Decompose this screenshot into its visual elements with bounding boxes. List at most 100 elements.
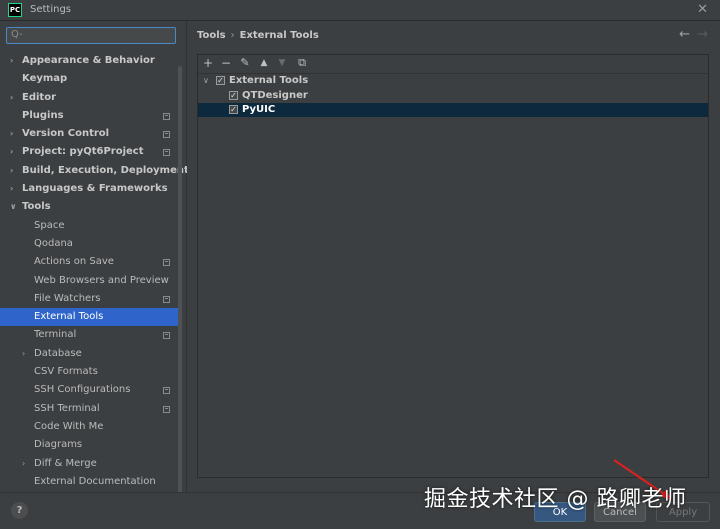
sidebar-item-label: Editor: [22, 91, 56, 103]
chevron-right-icon[interactable]: ›: [10, 162, 13, 180]
tool-item-row-selected[interactable]: ✓ PyUIC: [198, 103, 708, 117]
sidebar-item-label: Tools: [22, 201, 51, 213]
remove-icon[interactable]: −: [218, 56, 234, 70]
chevron-right-icon[interactable]: ›: [22, 455, 25, 473]
project-level-icon: [163, 405, 170, 413]
breadcrumb: Tools › External Tools: [197, 30, 319, 41]
sidebar-item-label: Space: [34, 219, 65, 231]
project-level-icon: [163, 112, 170, 120]
sidebar-item[interactable]: SSH Configurations: [0, 381, 180, 399]
move-up-icon[interactable]: ▲: [256, 58, 272, 68]
back-arrow-icon[interactable]: ←: [679, 27, 690, 42]
sidebar-item[interactable]: Terminal: [0, 326, 180, 344]
sidebar-item-label: External Documentation: [34, 475, 156, 487]
copy-icon[interactable]: ⧉: [294, 56, 310, 70]
project-level-icon: [163, 332, 170, 340]
chevron-right-icon[interactable]: ›: [22, 345, 25, 363]
tool-item-label: PyUIC: [242, 104, 276, 115]
tool-item-label: QTDesigner: [242, 90, 308, 101]
sidebar-item-label: SSH Terminal: [34, 402, 100, 414]
sidebar-item-label: Actions on Save: [34, 256, 114, 268]
help-button[interactable]: ?: [11, 502, 28, 519]
sidebar-item-label: Version Control: [22, 128, 110, 140]
sidebar-item-label: Keymap: [22, 73, 68, 85]
sidebar-item-label: Terminal: [34, 329, 77, 341]
sidebar-item-label: Project: pyQt6Project: [22, 146, 144, 158]
chevron-right-icon[interactable]: ›: [10, 125, 13, 143]
main-panel: Tools › External Tools ← → + − ✎ ▲ ▼ ⧉ ∨ ✓…: [187, 21, 720, 492]
tool-item-row[interactable]: ✓ QTDesigner: [198, 89, 708, 103]
sidebar-item-label: Build, Execution, Deployment: [22, 164, 189, 176]
sidebar-item[interactable]: › Appearance & Behavior: [0, 52, 180, 70]
sidebar-item-label: Appearance & Behavior: [22, 55, 155, 66]
sidebar-item[interactable]: Web Browsers and Preview: [0, 272, 180, 290]
tool-group-row[interactable]: ∨ ✓ External Tools: [198, 74, 708, 88]
chevron-right-icon[interactable]: ›: [10, 52, 13, 70]
sidebar-item-label: CSV Formats: [34, 366, 98, 378]
sidebar-item[interactable]: Plugins: [0, 107, 180, 125]
tool-item-checkbox[interactable]: ✓: [229, 91, 238, 100]
tool-group-label: External Tools: [229, 75, 309, 86]
sidebar-item-label: Database: [34, 347, 82, 359]
tool-group-checkbox[interactable]: ✓: [216, 76, 225, 85]
breadcrumb-root[interactable]: Tools: [197, 30, 226, 41]
add-icon[interactable]: +: [200, 56, 216, 70]
sidebar-item[interactable]: Diagrams: [0, 436, 180, 454]
sidebar-item[interactable]: Actions on Save: [0, 253, 180, 271]
tools-toolbar: + − ✎ ▲ ▼ ⧉: [198, 55, 708, 74]
move-down-icon[interactable]: ▼: [274, 58, 290, 68]
close-icon[interactable]: ✕: [697, 2, 708, 17]
sidebar-item[interactable]: Code With Me: [0, 418, 180, 436]
title-bar: PC Settings ✕: [0, 0, 720, 21]
sidebar-item[interactable]: SSH Terminal: [0, 400, 180, 418]
sidebar-item-label: Web Browsers and Preview: [34, 274, 169, 286]
pycharm-app-icon: PC: [8, 3, 22, 17]
breadcrumb-separator: ›: [230, 30, 235, 41]
sidebar-item-label: File Watchers: [34, 292, 101, 304]
settings-sidebar: Q- › Appearance & Behavior Keymap › Editor Pl…: [0, 21, 189, 506]
watermark-text: 掘金技术社区 @ 路卿老师: [424, 487, 687, 512]
settings-search-input[interactable]: Q-: [6, 27, 176, 44]
chevron-down-icon[interactable]: ∨: [10, 198, 17, 216]
sidebar-item[interactable]: Space: [0, 217, 180, 235]
search-icon: Q-: [11, 29, 23, 40]
sidebar-item[interactable]: Keymap: [0, 70, 180, 88]
settings-tree: › Appearance & Behavior Keymap › Editor Plugi…: [0, 52, 189, 491]
tool-item-checkbox[interactable]: ✓: [229, 105, 238, 114]
sidebar-item-label: Plugins: [22, 109, 64, 121]
project-level-icon: [163, 387, 170, 395]
chevron-down-icon[interactable]: ∨: [203, 74, 209, 88]
sidebar-item[interactable]: › Languages & Frameworks: [0, 180, 180, 198]
chevron-right-icon[interactable]: ›: [10, 89, 13, 107]
sidebar-item[interactable]: External Documentation: [0, 473, 180, 491]
project-level-icon: [163, 259, 170, 267]
sidebar-item-label: External Tools: [34, 311, 104, 323]
project-level-icon: [163, 149, 170, 157]
sidebar-item[interactable]: › Project: pyQt6Project: [0, 143, 180, 161]
sidebar-item-label: SSH Configurations: [34, 384, 131, 396]
sidebar-item[interactable]: ∨ Tools: [0, 198, 180, 216]
forward-arrow-icon[interactable]: →: [697, 27, 708, 42]
sidebar-item[interactable]: File Watchers: [0, 290, 180, 308]
project-level-icon: [163, 295, 170, 303]
sidebar-item-label: Code With Me: [34, 420, 104, 432]
window-title: Settings: [30, 4, 72, 15]
chevron-right-icon[interactable]: ›: [10, 180, 13, 198]
chevron-right-icon[interactable]: ›: [10, 143, 13, 161]
sidebar-item[interactable]: CSV Formats: [0, 363, 180, 381]
external-tools-panel: + − ✎ ▲ ▼ ⧉ ∨ ✓ External Tools ✓ QTDesig…: [197, 54, 709, 478]
sidebar-item[interactable]: › Database: [0, 345, 180, 363]
sidebar-item[interactable]: › Editor: [0, 89, 180, 107]
sidebar-item[interactable]: External Tools: [0, 308, 180, 327]
sidebar-item-label: Diff & Merge: [34, 457, 97, 469]
breadcrumb-current: External Tools: [239, 30, 319, 41]
sidebar-item[interactable]: Qodana: [0, 235, 180, 253]
sidebar-scrollbar[interactable]: [178, 66, 182, 506]
sidebar-item[interactable]: › Version Control: [0, 125, 180, 143]
sidebar-item-label: Qodana: [34, 237, 73, 249]
sidebar-item-label: Diagrams: [34, 439, 83, 451]
sidebar-item[interactable]: › Diff & Merge: [0, 455, 180, 473]
sidebar-item[interactable]: › Build, Execution, Deployment: [0, 162, 189, 180]
edit-icon[interactable]: ✎: [237, 56, 253, 69]
sidebar-item-label: Languages & Frameworks: [22, 183, 168, 195]
